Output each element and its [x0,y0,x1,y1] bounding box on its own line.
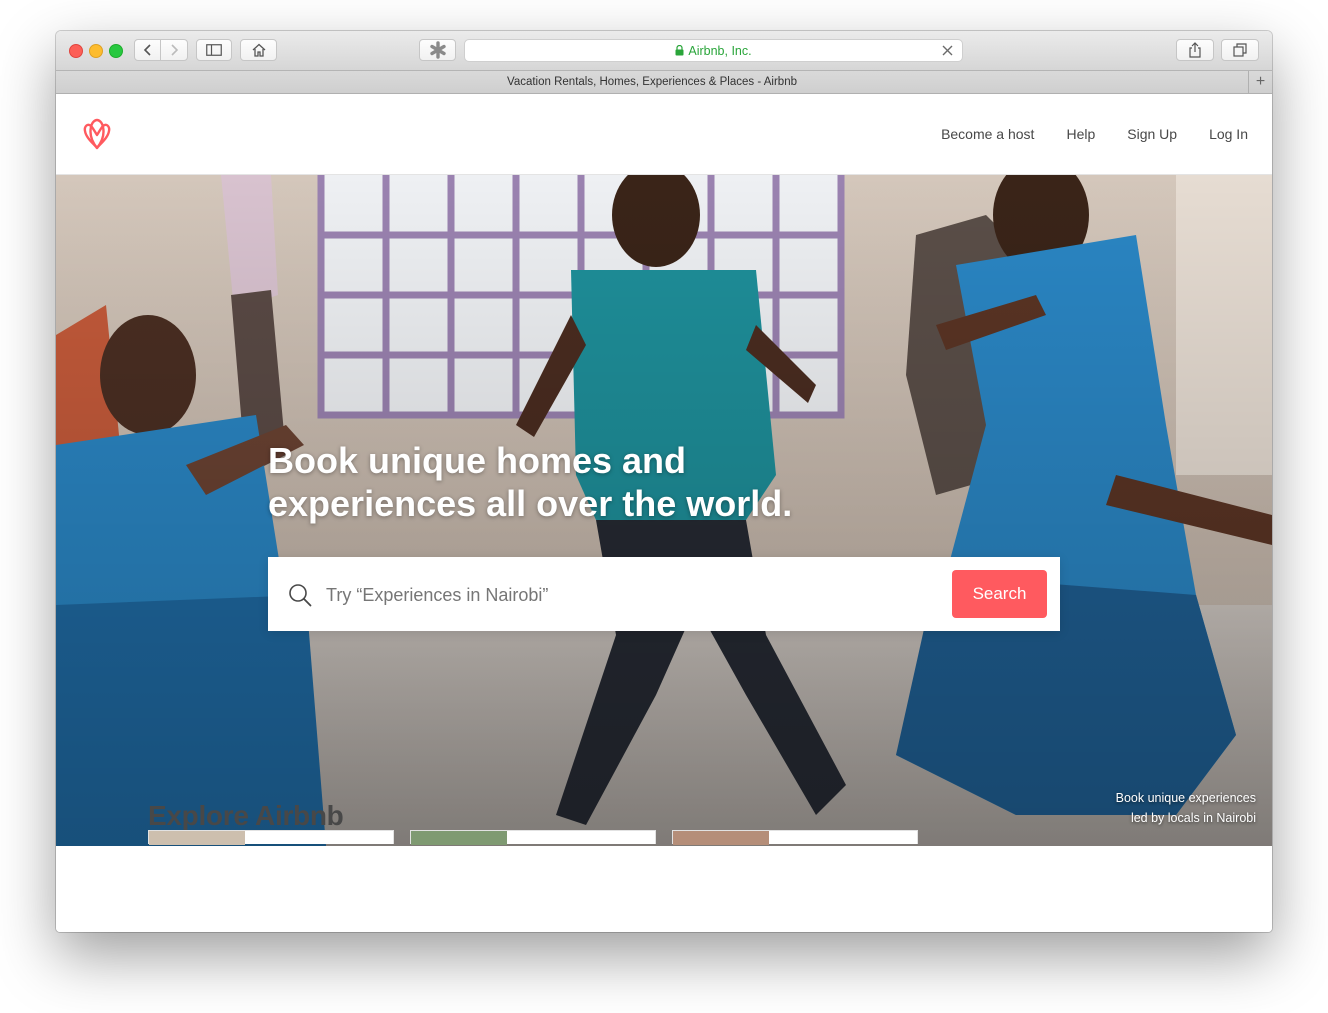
share-button[interactable] [1176,39,1214,61]
card-thumbnail [411,831,507,845]
address-bar[interactable]: Airbnb, Inc. [464,39,963,62]
chevron-right-icon [171,44,179,56]
site-header: Become a host Help Sign Up Log In [56,94,1272,175]
back-button[interactable] [134,39,161,61]
close-window-button[interactable] [69,44,83,58]
search-icon [288,583,312,612]
explore-card[interactable] [148,830,394,845]
browser-toolbar: Airbnb, Inc. [56,31,1272,71]
nav-become-host[interactable]: Become a host [941,126,1034,142]
nav-sign-up[interactable]: Sign Up [1127,126,1177,142]
card-thumbnail [149,831,245,845]
close-icon[interactable] [941,44,954,57]
explore-heading: Explore Airbnb [148,800,344,831]
new-tab-button[interactable]: + [1248,71,1272,93]
explore-card[interactable] [672,830,918,845]
sidebar-toggle-button[interactable] [196,39,232,61]
photo-caption: Book unique experiences led by locals in… [1116,788,1256,828]
minimize-window-button[interactable] [89,44,103,58]
tab-bar: Vacation Rentals, Homes, Experiences & P… [56,71,1272,94]
search-input[interactable] [324,574,928,616]
tab-active[interactable]: Vacation Rentals, Homes, Experiences & P… [56,71,1248,93]
share-icon [1189,42,1201,58]
web-page: Become a host Help Sign Up Log In Book u… [56,94,1272,932]
forward-button[interactable] [160,39,188,61]
nav-help[interactable]: Help [1066,126,1095,142]
asterisk-icon [429,41,446,59]
tabs-icon [1233,43,1247,57]
card-thumbnail [673,831,769,845]
plus-icon: + [1255,73,1266,90]
lock-icon [675,45,684,56]
url-text: Airbnb, Inc. [688,43,752,58]
headline-line-2: experiences all over the world. [268,483,793,524]
home-button[interactable] [240,39,277,61]
caption-line-2: led by locals in Nairobi [1130,811,1256,825]
chevron-left-icon [143,44,151,56]
explore-card[interactable] [410,830,656,845]
airbnb-logo-icon[interactable] [82,118,112,155]
sidebar-icon [206,44,222,56]
browser-window: Airbnb, Inc. Vacation Rentals, Homes, Ex… [56,31,1272,932]
main-nav: Become a host Help Sign Up Log In [941,94,1248,174]
headline-line-1: Book unique homes and [268,440,687,481]
search-button[interactable]: Search [952,570,1047,618]
nav-log-in[interactable]: Log In [1209,126,1248,142]
caption-line-1: Book unique experiences [1115,791,1256,805]
extension-button[interactable] [419,39,456,61]
show-tabs-button[interactable] [1221,39,1259,61]
hero-headline: Book unique homes and experiences all ov… [268,439,868,525]
home-icon [252,43,265,57]
zoom-window-button[interactable] [109,44,123,58]
search-bar: Search [268,557,1060,631]
hero-section: Book unique homes and experiences all ov… [56,175,1272,846]
